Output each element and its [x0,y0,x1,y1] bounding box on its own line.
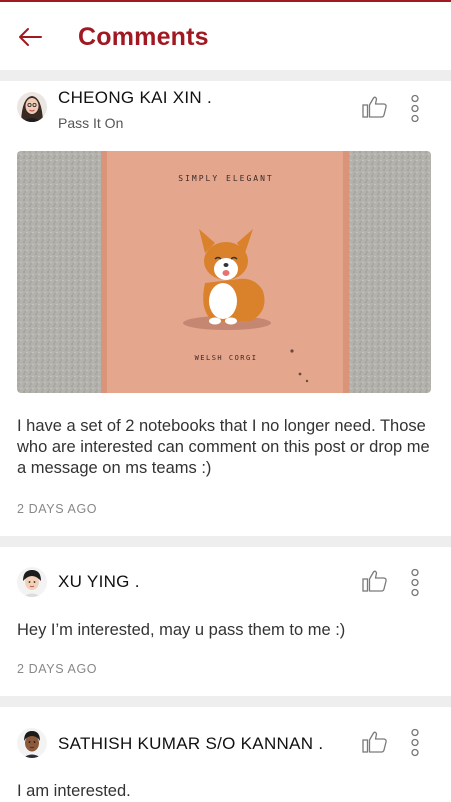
comment-author[interactable]: SATHISH KUMAR S/O KANNAN . [58,734,323,754]
comment-time: 2 DAYS AGO [17,662,98,676]
thumbs-up-icon [362,570,387,592]
more-vertical-icon [411,94,419,123]
arrow-left-icon [19,28,42,46]
more-options-button[interactable] [404,728,426,758]
post-time: 2 DAYS AGO [17,502,98,516]
like-button[interactable] [360,729,390,757]
avatar[interactable] [17,567,47,597]
avatar[interactable] [17,728,47,758]
more-vertical-icon [411,568,419,597]
app-header: Comments [0,2,451,70]
comment-text: I am interested. [17,782,131,800]
section-divider [0,70,451,81]
thumbs-up-icon [362,731,387,753]
page-title: Comments [78,23,209,51]
back-button[interactable] [14,20,48,54]
section-divider [0,696,451,707]
notebook-cover-title: SIMPLY ELEGANT [178,174,273,183]
avatar[interactable] [17,92,47,122]
post-subtitle: Pass It On [58,115,124,131]
more-options-button[interactable] [404,94,426,124]
post-text: I have a set of 2 notebooks that I no lo… [17,417,430,477]
comment-text: Hey I’m interested, may u pass them to m… [17,621,346,639]
like-button[interactable] [360,568,390,596]
notebook-caption: WELSH CORGI [195,354,258,362]
more-vertical-icon [411,728,419,757]
more-options-button[interactable] [404,568,426,598]
post-author[interactable]: CHEONG KAI XIN . [58,88,212,108]
thumbs-up-icon [362,96,387,118]
like-button[interactable] [360,94,390,122]
comment-author[interactable]: XU YING . [58,572,140,592]
section-divider [0,536,451,547]
post-image[interactable]: SIMPLY ELEGANT WELSH CORGI [17,151,431,393]
